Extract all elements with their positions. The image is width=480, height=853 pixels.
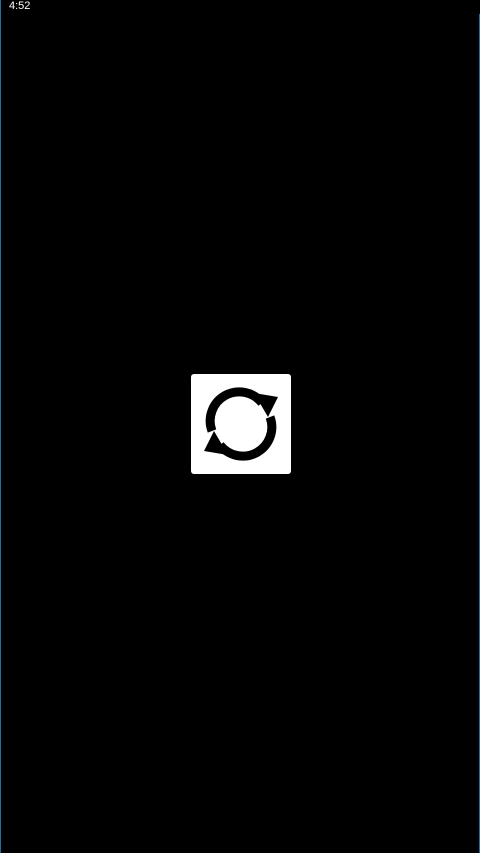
status-time: 4:52 xyxy=(9,0,31,12)
refresh-button[interactable] xyxy=(191,374,291,474)
app-screen: 4:52 xyxy=(0,0,480,853)
status-bar: 4:52 xyxy=(1,0,480,14)
refresh-icon xyxy=(198,381,284,467)
